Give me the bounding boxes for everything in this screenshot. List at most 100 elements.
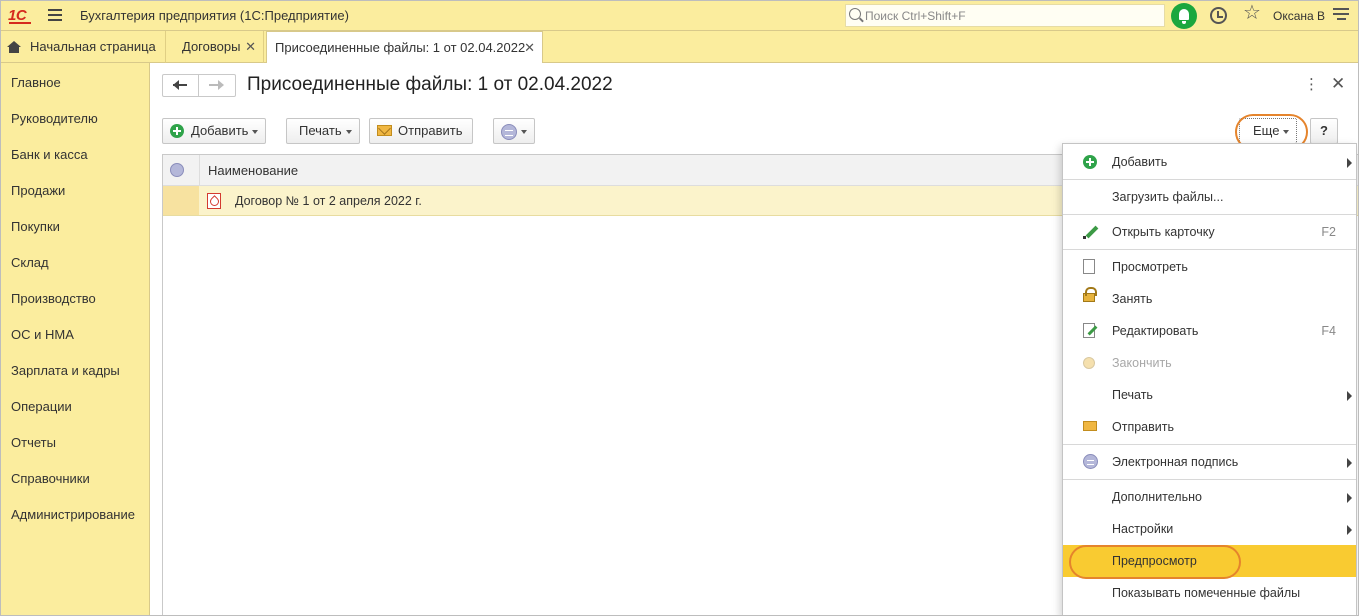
menu-item-lock[interactable]: Занять: [1063, 283, 1356, 315]
envelope-icon: [1083, 421, 1097, 431]
title-bar: 1С Бухгалтерия предприятия (1С:Предприят…: [0, 0, 1359, 31]
notifications-bell-icon[interactable]: [1171, 3, 1197, 29]
sidebar-item-administration[interactable]: Администрирование: [11, 507, 135, 522]
close-icon[interactable]: ✕: [1331, 75, 1345, 92]
send-button-label: Отправить: [398, 123, 463, 138]
add-button[interactable]: Добавить: [162, 118, 266, 144]
menu-item-label: Электронная подпись: [1112, 455, 1239, 469]
menu-item-send[interactable]: Отправить: [1063, 411, 1356, 443]
sidebar-item-purchases[interactable]: Покупки: [11, 219, 60, 234]
favorites-star-icon[interactable]: ☆: [1243, 3, 1261, 23]
menu-separator: [1063, 479, 1356, 480]
history-icon[interactable]: [1210, 7, 1227, 24]
plus-icon: [170, 124, 184, 138]
menu-item-additional[interactable]: Дополнительно: [1063, 481, 1356, 513]
sidebar-item-warehouse[interactable]: Склад: [11, 255, 49, 270]
menu-item-view[interactable]: Просмотреть: [1063, 251, 1356, 283]
lock-icon: [1083, 287, 1097, 302]
page-title: Присоединенные файлы: 1 от 02.04.2022: [247, 74, 613, 95]
signature-button[interactable]: [493, 118, 535, 144]
sidebar-item-reports[interactable]: Отчеты: [11, 435, 56, 450]
sidebar-item-salary[interactable]: Зарплата и кадры: [11, 363, 120, 378]
menu-separator: [1063, 179, 1356, 180]
menu-item-label: Добавить: [1112, 155, 1168, 169]
menu-separator: [1063, 444, 1356, 445]
sidebar-item-catalogs[interactable]: Справочники: [11, 471, 90, 486]
search-input[interactable]: Поиск Ctrl+Shift+F: [845, 4, 1165, 27]
print-button[interactable]: Печать: [286, 118, 360, 144]
more-actions-icon[interactable]: ⋮: [1304, 77, 1319, 92]
home-icon: [7, 41, 21, 53]
main-menu-icon[interactable]: [48, 9, 62, 21]
tabs-bar: Начальная страница Договоры ✕ Присоедине…: [0, 31, 1359, 64]
settings-menu-icon[interactable]: [1333, 8, 1349, 23]
chevron-down-icon: [521, 130, 527, 134]
menu-item-add[interactable]: Добавить: [1063, 146, 1356, 178]
menu-item-show-marked-files[interactable]: Показывать помеченные файлы: [1063, 577, 1356, 609]
submenu-arrow-icon: [1347, 525, 1352, 535]
signature-column-icon: [170, 163, 184, 177]
add-button-label: Добавить: [191, 123, 249, 138]
envelope-icon: [377, 125, 392, 136]
menu-item-upload-files[interactable]: Загрузить файлы...: [1063, 181, 1356, 213]
arrow-right-icon: [209, 80, 224, 90]
signature-icon: [501, 124, 517, 140]
pencil-icon: [1083, 224, 1097, 240]
sidebar-item-assets[interactable]: ОС и НМА: [11, 327, 74, 342]
row-marker-cell: [163, 186, 199, 215]
menu-item-label: Просмотреть: [1112, 260, 1188, 274]
app-logo-underline: [9, 22, 31, 24]
column-separator: [199, 155, 200, 186]
arrow-left-icon: [173, 80, 187, 90]
sidebar-item-bank[interactable]: Банк и касса: [11, 147, 88, 162]
tab-attached-files-label: Присоединенные файлы: 1 от 02.04.2022: [275, 40, 526, 55]
send-button[interactable]: Отправить: [369, 118, 473, 144]
sidebar-item-sales[interactable]: Продажи: [11, 183, 65, 198]
menu-item-digital-signature[interactable]: Электронная подпись: [1063, 446, 1356, 478]
menu-item-label: Отправить: [1112, 420, 1174, 434]
menu-item-finish: Закончить: [1063, 347, 1356, 379]
tab-attached-files[interactable]: Присоединенные файлы: 1 от 02.04.2022 ✕: [266, 31, 543, 64]
menu-item-print[interactable]: Печать: [1063, 379, 1356, 411]
close-tab-icon[interactable]: ✕: [524, 32, 535, 63]
search-icon: [849, 8, 861, 20]
sidebar-item-main[interactable]: Главное: [11, 75, 61, 90]
shortcut-label: F4: [1321, 324, 1336, 338]
submenu-arrow-icon: [1347, 493, 1352, 503]
back-button[interactable]: [162, 74, 199, 97]
file-name: Договор № 1 от 2 апреля 2022 г.: [235, 194, 422, 208]
edit-icon: [1083, 323, 1095, 338]
forward-button[interactable]: [199, 74, 236, 97]
menu-item-label: Занять: [1112, 292, 1153, 306]
menu-item-label: Открыть карточку: [1112, 225, 1215, 239]
plus-icon: [1083, 155, 1097, 169]
sidebar-item-director[interactable]: Руководителю: [11, 111, 98, 126]
sidebar-item-production[interactable]: Производство: [11, 291, 96, 306]
tab-contracts[interactable]: Договоры ✕: [174, 31, 264, 63]
preview-highlight: [1069, 545, 1241, 579]
app-title: Бухгалтерия предприятия (1С:Предприятие): [80, 8, 349, 23]
submenu-arrow-icon: [1347, 158, 1352, 168]
search-placeholder: Поиск Ctrl+Shift+F: [865, 9, 966, 23]
menu-separator: [1063, 214, 1356, 215]
menu-item-edit[interactable]: Редактировать F4: [1063, 315, 1356, 347]
tab-home[interactable]: Начальная страница: [0, 31, 166, 63]
menu-item-settings[interactable]: Настройки: [1063, 513, 1356, 545]
tab-contracts-label: Договоры: [182, 39, 241, 54]
menu-item-label: Редактировать: [1112, 324, 1199, 338]
menu-item-label: Закончить: [1112, 356, 1172, 370]
sidebar: Главное Руководителю Банк и касса Продаж…: [0, 63, 150, 616]
menu-item-label: Показывать помеченные файлы: [1112, 586, 1301, 600]
sidebar-item-operations[interactable]: Операции: [11, 399, 72, 414]
shortcut-label: F2: [1321, 225, 1336, 239]
user-name[interactable]: Оксана В: [1273, 9, 1325, 23]
menu-item-open-card[interactable]: Открыть карточку F2: [1063, 216, 1356, 248]
tab-home-label: Начальная страница: [30, 39, 156, 54]
chevron-down-icon: [346, 130, 352, 134]
close-tab-icon[interactable]: ✕: [245, 31, 256, 62]
column-header-name[interactable]: Наименование: [208, 163, 298, 178]
help-button[interactable]: ?: [1310, 118, 1338, 144]
print-button-label: Печать: [299, 123, 342, 138]
finish-icon: [1083, 357, 1095, 369]
menu-item-label: Печать: [1112, 388, 1153, 402]
